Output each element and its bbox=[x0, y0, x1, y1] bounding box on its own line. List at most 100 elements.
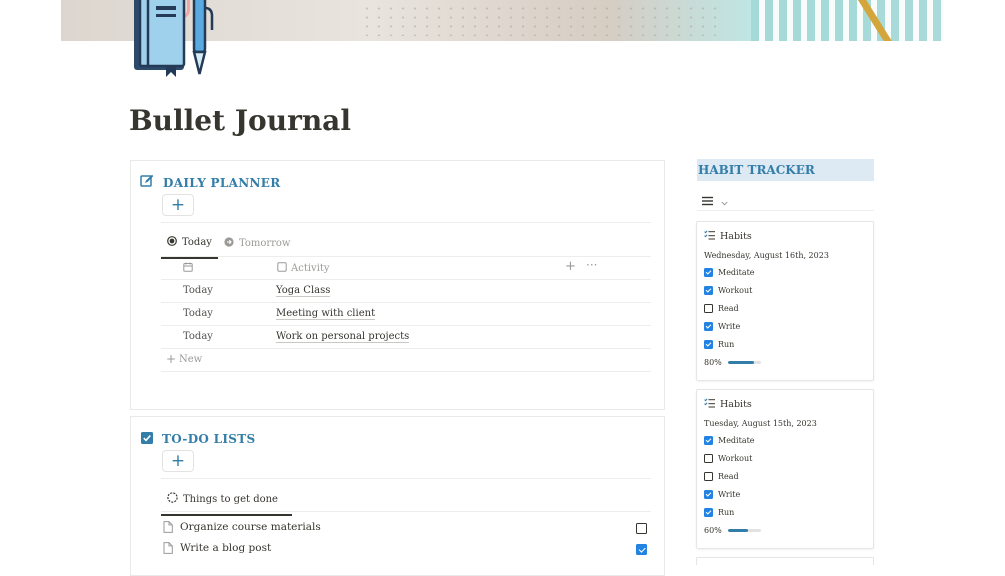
habit-card[interactable]: Habits Tuesday, August 15th, 2023 Medita… bbox=[696, 389, 874, 549]
todo-lists-title: TO-DO LISTS bbox=[162, 431, 256, 446]
habit-card-header: Habits bbox=[704, 230, 752, 243]
tab-things-to-get-done-label: Things to get done bbox=[183, 493, 278, 505]
habit-card-heading: Habits bbox=[720, 231, 752, 242]
cover-calendar-pattern bbox=[361, 4, 721, 36]
plus-icon: + bbox=[170, 451, 186, 471]
habit-checkbox[interactable] bbox=[704, 340, 713, 349]
divider bbox=[161, 511, 651, 512]
habit-card[interactable]: Habits Wednesday, August 16th, 2023 Medi… bbox=[696, 221, 874, 381]
chevron-down-icon bbox=[721, 191, 728, 210]
tab-tomorrow[interactable]: Tomorrow bbox=[218, 237, 297, 258]
row-date: Today bbox=[183, 331, 213, 342]
habit-checkbox[interactable] bbox=[704, 508, 713, 517]
habit-checkbox[interactable] bbox=[704, 322, 713, 331]
page-icon bbox=[163, 521, 173, 536]
habit-label: Read bbox=[718, 472, 739, 481]
notebook-pen-icon[interactable] bbox=[128, 0, 226, 80]
habit-card-heading: Habits bbox=[720, 399, 752, 410]
table-header: Activity + ··· bbox=[161, 257, 651, 280]
habit-label: Write bbox=[718, 490, 741, 499]
table-row[interactable]: Today Meeting with client bbox=[161, 303, 651, 326]
habit-progress-fill bbox=[727, 529, 748, 532]
table-row[interactable]: Today Yoga Class bbox=[161, 280, 651, 303]
arrow-circle-icon bbox=[224, 237, 234, 250]
habit-checkbox[interactable] bbox=[704, 454, 713, 463]
new-row-label: New bbox=[179, 354, 203, 365]
daily-planner-add-button[interactable]: + bbox=[162, 194, 194, 216]
page-title: Bullet Journal bbox=[129, 104, 351, 137]
habit-label: Write bbox=[718, 322, 741, 331]
habit-item[interactable]: Write bbox=[704, 490, 740, 499]
habit-label: Meditate bbox=[718, 436, 755, 445]
habit-item[interactable]: Meditate bbox=[704, 268, 755, 277]
habit-item[interactable]: Workout bbox=[704, 286, 752, 295]
todo-add-button[interactable]: + bbox=[162, 450, 194, 472]
habit-progress-bar bbox=[727, 361, 761, 364]
divider bbox=[161, 222, 651, 223]
todo-item-checkbox[interactable] bbox=[636, 544, 647, 555]
habit-checkbox[interactable] bbox=[704, 286, 713, 295]
row-activity[interactable]: Work on personal projects bbox=[276, 331, 410, 343]
habit-label: Workout bbox=[718, 286, 753, 295]
habit-checkbox[interactable] bbox=[704, 472, 713, 481]
habit-item[interactable]: Run bbox=[704, 508, 734, 517]
habit-label: Run bbox=[718, 508, 735, 517]
plus-icon: + bbox=[166, 352, 177, 366]
habit-progress-label: 80% bbox=[704, 358, 722, 367]
habit-progress-fill bbox=[727, 361, 755, 364]
habit-item[interactable]: Read bbox=[704, 304, 739, 313]
activity-column-label: Activity bbox=[291, 263, 330, 274]
todo-item-checkbox[interactable] bbox=[636, 523, 647, 534]
checklist-icon bbox=[704, 230, 715, 243]
habit-item[interactable]: Meditate bbox=[704, 436, 755, 445]
row-activity[interactable]: Meeting with client bbox=[276, 308, 376, 320]
loading-circle-icon bbox=[167, 492, 178, 506]
plus-icon: + bbox=[170, 195, 186, 215]
new-row-button[interactable]: + New bbox=[161, 349, 651, 372]
tab-things-to-get-done[interactable]: Things to get done bbox=[161, 492, 292, 516]
habit-card-date: Tuesday, August 15th, 2023 bbox=[704, 419, 817, 428]
list-item[interactable]: Organize course materials bbox=[163, 520, 651, 538]
more-dots-icon[interactable]: ··· bbox=[586, 258, 597, 272]
habit-progress: 60% bbox=[704, 526, 761, 535]
edit-note-icon bbox=[140, 173, 154, 192]
target-circle-icon bbox=[167, 236, 177, 249]
tab-today-label: Today bbox=[182, 237, 212, 248]
habit-progress-label: 60% bbox=[704, 526, 722, 535]
divider bbox=[161, 478, 651, 479]
habit-progress-bar bbox=[727, 529, 761, 532]
checkbox-icon bbox=[277, 262, 287, 275]
row-activity[interactable]: Yoga Class bbox=[276, 285, 331, 297]
todo-item-label: Organize course materials bbox=[180, 521, 321, 533]
calendar-icon[interactable] bbox=[183, 262, 193, 275]
habit-item[interactable]: Run bbox=[704, 340, 734, 349]
habit-checkbox[interactable] bbox=[704, 490, 713, 499]
list-item[interactable]: Write a blog post bbox=[163, 541, 651, 559]
activity-column-header[interactable]: Activity bbox=[277, 262, 330, 275]
habit-item[interactable]: Workout bbox=[704, 454, 752, 463]
habit-checkbox[interactable] bbox=[704, 436, 713, 445]
row-date: Today bbox=[183, 285, 213, 296]
cover-stripes bbox=[751, 0, 944, 41]
page-icon bbox=[163, 542, 173, 557]
todo-item-label: Write a blog post bbox=[180, 542, 272, 554]
habit-checkbox[interactable] bbox=[704, 268, 713, 277]
todo-tabs: Things to get done bbox=[161, 492, 292, 516]
todo-lists-header: TO-DO LISTS bbox=[141, 429, 255, 448]
habit-label: Workout bbox=[718, 454, 753, 463]
checklist-icon bbox=[704, 398, 715, 411]
habit-checkbox[interactable] bbox=[704, 304, 713, 313]
habit-card-header: Habits bbox=[704, 398, 752, 411]
row-date: Today bbox=[183, 308, 213, 319]
habit-label: Run bbox=[718, 340, 735, 349]
habit-item[interactable]: Write bbox=[704, 322, 740, 331]
add-column-plus-icon[interactable]: + bbox=[565, 259, 576, 274]
view-switcher[interactable] bbox=[702, 191, 728, 210]
habit-progress: 80% bbox=[704, 358, 761, 367]
table-row[interactable]: Today Work on personal projects bbox=[161, 326, 651, 349]
habit-card[interactable] bbox=[696, 557, 874, 565]
divider bbox=[697, 210, 874, 211]
habit-card-date: Wednesday, August 16th, 2023 bbox=[704, 251, 829, 260]
habit-item[interactable]: Read bbox=[704, 472, 739, 481]
habit-label: Meditate bbox=[718, 268, 755, 277]
